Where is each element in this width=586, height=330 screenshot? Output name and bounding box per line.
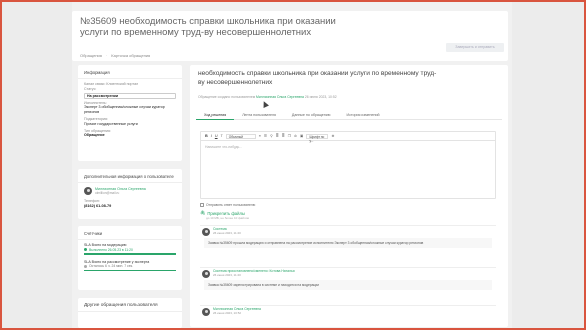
paperclip-icon: 🖇 <box>200 210 206 215</box>
tab-bar: Ход решения Лента пользователя Данные по… <box>196 111 502 120</box>
italic-icon[interactable]: I <box>211 134 212 138</box>
complete-and-send-button[interactable]: Завершить и отправить <box>446 43 504 52</box>
counters-title: Счётчики <box>78 226 182 240</box>
code-icon[interactable]: ⊕ <box>331 134 334 138</box>
underline-icon[interactable]: U <box>215 134 218 138</box>
entry-head: Система 26 июня 2023, 11:20 <box>200 226 496 236</box>
align-left-icon[interactable]: ≣ <box>276 134 279 138</box>
status-select[interactable]: На рассмотрении <box>84 92 176 99</box>
page-title: №35609 необходимость справки школьника п… <box>80 16 336 38</box>
other-requests-panel: Другие обращения пользователя <box>78 298 182 328</box>
other-requests-title: Другие обращения пользователя <box>78 298 182 312</box>
meta-prefix: Обращение создано пользователем <box>198 95 256 99</box>
sla-item: SLA Взято на рассмотрение у эксперта Ост… <box>78 255 182 272</box>
tab-history[interactable]: История изменений <box>339 111 388 120</box>
breadcrumb-separator: · <box>105 53 108 58</box>
numbered-list-icon[interactable]: ☰ <box>264 134 267 138</box>
attach-hint: до 10 МБ, не более 10 файлов <box>206 216 249 220</box>
avatar <box>202 270 210 278</box>
feed-entry: Система 26 июня 2023, 11:20 Заявка №3560… <box>200 225 496 265</box>
appeal-meta: Обращение создано пользователем Миллионн… <box>198 95 337 99</box>
entry-head: Система приостановлено/сменено: Котова Н… <box>200 268 496 278</box>
image-icon[interactable]: ▣ <box>300 134 303 138</box>
breadcrumb-item-card: Карточка обращения <box>111 53 151 58</box>
send-to-user-option[interactable]: Отправить ответ пользователю <box>200 203 255 207</box>
author-link[interactable]: Миллионная Ольга Сергеевна <box>256 95 304 99</box>
copy-icon[interactable]: ❐ <box>288 134 291 138</box>
page-header: №35609 необходимость справки школьника п… <box>72 11 508 61</box>
tab-user-feed[interactable]: Лента пользователя <box>234 111 284 120</box>
breadcrumb: Обращения · Карточка обращения <box>80 53 150 58</box>
info-status: Статус: На рассмотрении <box>78 87 182 99</box>
entry-text: Заявка №35609 прошла модерацию и отправл… <box>204 238 492 248</box>
phone-label: Телефон: <box>84 199 100 203</box>
clear-format-icon[interactable]: ⊘ <box>294 134 297 138</box>
avatar <box>202 228 210 236</box>
info-section-title: Информация <box>78 65 182 79</box>
counters-panel: Счётчики SLA Взято на модерацию Выполнен… <box>78 226 182 290</box>
reply-editor: B I U T Обычный ≡ ☰ ⚲ ≣ ≣ ❐ ⊘ ▣ Шрифт по… <box>200 131 496 199</box>
entry-head: Миллионная Ольга Сергеевна 26 июня 2023,… <box>200 306 496 316</box>
entry-date: 26 июня 2023, 10:52 <box>213 311 242 315</box>
user-info-title: Дополнительная информация о пользователе <box>78 169 182 183</box>
link-icon[interactable]: ⚲ <box>270 134 273 138</box>
entry-date: 26 июня 2023, 11:20 <box>213 273 241 277</box>
entry-date: 26 июня 2023, 11:20 <box>213 231 241 235</box>
sla-item: SLA Взято на модерацию Выполнено 26.05.2… <box>78 240 182 255</box>
bold-icon[interactable]: B <box>205 134 208 138</box>
left-backdrop <box>2 2 72 328</box>
user-email: olmillion@mail.ru <box>95 191 120 195</box>
heading-icon[interactable]: T <box>221 134 223 138</box>
editor-input[interactable]: Напишите что-нибудь... <box>201 141 495 153</box>
info-subcategory: Подкатегория: Прочие государственные усл… <box>78 115 182 127</box>
meta-date: 26 июня 2023, 10:52 <box>304 95 337 99</box>
sla-value-text: Осталось 6 ч. 24 мин. 7 сек. <box>89 264 134 269</box>
executor-value: Эксперт 3 обобщенная/сложные случаи кура… <box>84 105 165 115</box>
attach-label: Прикрепить файлы <box>207 210 245 216</box>
type-value: Обращение <box>84 133 105 138</box>
font-size-select[interactable]: Шрифт по у... <box>306 133 329 143</box>
align-right-icon[interactable]: ≣ <box>282 134 285 138</box>
appeal-heading: необходимость справки школьника при оказ… <box>198 70 437 86</box>
list-icon[interactable]: ≡ <box>259 134 261 138</box>
status-label: Статус: <box>84 86 97 91</box>
avatar <box>84 187 92 195</box>
format-select[interactable]: Обычный <box>225 133 256 139</box>
info-panel: Информация Канал связи: Клиентский порта… <box>78 65 182 161</box>
sla-value: Выполнено 26.05.23 в 11:20 <box>84 248 176 253</box>
breadcrumb-item-appeals[interactable]: Обращения <box>80 53 102 58</box>
feed-entry: Миллионная Ольга Сергеевна 26 июня 2023,… <box>200 305 496 327</box>
send-to-user-label: Отправить ответ пользователю <box>206 203 256 207</box>
clock-icon <box>84 265 87 269</box>
info-executor: Исполнитель: Эксперт 3 обобщенная/сложны… <box>78 101 182 115</box>
check-icon <box>84 248 87 252</box>
feed-entry: Система приостановлено/сменено: Котова Н… <box>200 267 496 303</box>
sla-progress-bar <box>84 269 176 272</box>
info-type: Тип обращения: Обращение <box>78 127 182 139</box>
mouse-cursor-icon <box>261 100 269 108</box>
sla-value-text: Выполнено 26.05.23 в 11:20 <box>89 247 133 252</box>
right-backdrop <box>512 2 584 328</box>
tab-progress[interactable]: Ход решения <box>196 111 235 120</box>
user-info-panel: Дополнительная информация о пользователе… <box>78 169 182 219</box>
editor-toolbar: B I U T Обычный ≡ ☰ ⚲ ≣ ≣ ❐ ⊘ ▣ Шрифт по… <box>201 132 495 143</box>
tab-appeal-data[interactable]: Данные по обращению <box>284 111 339 120</box>
avatar <box>202 308 210 316</box>
user-contact-row: Миллионная Ольга Сергеевна olmillion@mai… <box>78 183 182 195</box>
phone-value: (8162) 61-08-79 <box>84 204 112 208</box>
appeal-main-panel: необходимость справки школьника при оказ… <box>190 65 508 327</box>
entry-text: Заявка №35609 зарегистрирована в системе… <box>204 280 492 290</box>
sla-value: Осталось 6 ч. 24 мин. 7 сек. <box>84 264 176 269</box>
send-to-user-checkbox[interactable] <box>200 203 204 207</box>
info-channel: Канал связи: Клиентский портал <box>78 79 182 87</box>
